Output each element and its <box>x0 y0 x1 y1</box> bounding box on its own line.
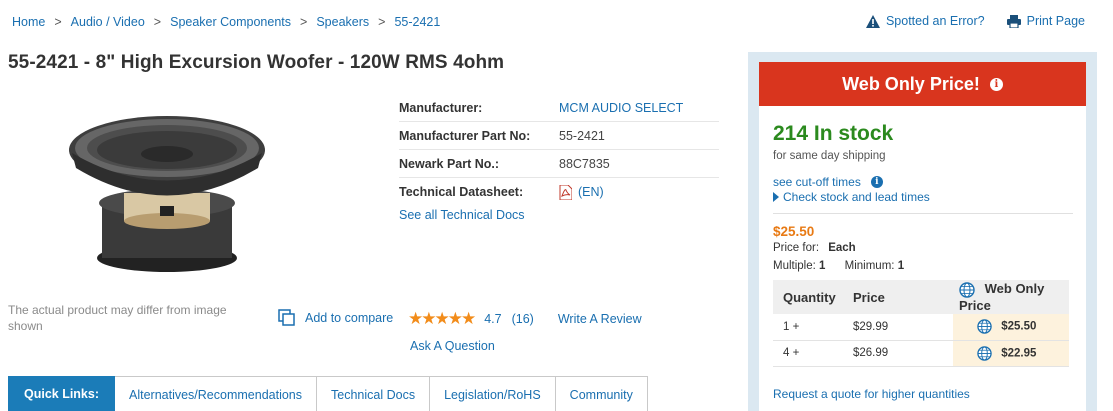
spec-label: Technical Datasheet: <box>399 185 524 199</box>
minimum-label: Minimum: <box>844 260 895 272</box>
divider <box>773 213 1073 214</box>
web-price-value: $25.50 <box>1001 320 1037 333</box>
multiple-value: 1 <box>819 260 826 272</box>
ask-question-link[interactable]: Ask A Question <box>410 339 495 353</box>
add-to-compare[interactable]: Add to compare <box>278 309 393 326</box>
review-count[interactable]: (16) <box>512 312 534 326</box>
shipping-note: for same day shipping <box>773 150 886 162</box>
globe-icon <box>959 282 975 298</box>
spec-value: 55-2421 <box>559 128 605 143</box>
cutoff-times: see cut-off times i <box>773 175 883 189</box>
row-price: $26.99 <box>853 340 953 367</box>
web-only-price-title: Web Only Price! <box>842 73 980 94</box>
spec-row-manufacturer: Manufacturer: MCM AUDIO SELECT <box>399 94 719 122</box>
spotted-error-link[interactable]: Spotted an Error? <box>865 14 985 28</box>
globe-icon <box>977 345 992 361</box>
spotted-error-label: Spotted an Error? <box>885 14 985 28</box>
print-page-link[interactable]: Print Page <box>1006 14 1085 28</box>
price-for: Price for: Each <box>773 242 856 254</box>
row-price: $29.99 <box>853 314 953 341</box>
breadcrumb-home[interactable]: Home <box>12 15 45 29</box>
breadcrumb-separator: > <box>378 15 386 29</box>
page-title: 55-2421 - 8" High Excursion Woofer - 120… <box>8 52 505 73</box>
spec-value: 88C7835 <box>559 156 610 171</box>
rating: ★★★★★ 4.7 (16) Write A Review <box>408 309 642 329</box>
pdf-icon <box>559 184 572 200</box>
spec-label: Manufacturer: <box>399 100 483 115</box>
datasheet-link[interactable]: (EN) <box>559 184 604 200</box>
buy-box-panel: Web Only Price! i 214 In stock for same … <box>748 52 1097 411</box>
unit-price: $25.50 <box>773 224 815 239</box>
product-specs: Manufacturer: MCM AUDIO SELECT Manufactu… <box>399 94 719 222</box>
star-rating-icon[interactable]: ★★★★★ <box>408 309 476 329</box>
spec-label: Manufacturer Part No: <box>399 128 531 143</box>
breadcrumb-separator: > <box>153 15 162 29</box>
tab-community[interactable]: Community <box>555 376 648 411</box>
check-stock-label: Check stock and lead times <box>783 190 930 204</box>
row-quantity: 4 + <box>773 340 853 367</box>
quick-links-bar: Quick Links: Alternatives/Recommendation… <box>8 376 648 411</box>
stock-status: 214 In stock <box>773 122 894 145</box>
tab-technical-docs[interactable]: Technical Docs <box>317 376 431 411</box>
globe-icon <box>977 319 992 334</box>
breadcrumb-separator: > <box>300 15 308 29</box>
quick-links-label: Quick Links: <box>8 376 115 411</box>
breadcrumb-speakers[interactable]: Speakers <box>316 15 369 29</box>
cutoff-times-link[interactable]: see cut-off times <box>773 175 861 189</box>
rating-value[interactable]: 4.7 <box>484 312 501 326</box>
info-icon[interactable]: i <box>989 77 1003 91</box>
spec-row-newark-part: Newark Part No.: 88C7835 <box>399 150 719 178</box>
breadcrumb-speaker-components[interactable]: Speaker Components <box>170 15 291 29</box>
warning-icon <box>865 14 880 28</box>
table-header-row: Quantity Price Web Only Price <box>773 280 1069 314</box>
request-quote-link[interactable]: Request a quote for higher quantities <box>773 387 970 401</box>
row-web-price: $25.50 <box>953 314 1069 341</box>
spec-row-datasheet: Technical Datasheet: (EN) <box>399 178 719 206</box>
info-icon[interactable]: i <box>870 176 883 188</box>
tab-alternatives[interactable]: Alternatives/Recommendations <box>115 376 317 411</box>
multiple-label: Multiple: <box>773 260 816 272</box>
price-break-table: Quantity Price Web Only Price 1 + $29.99… <box>773 280 1069 367</box>
write-review-link[interactable]: Write A Review <box>558 312 642 326</box>
compare-icon <box>278 309 295 326</box>
top-actions: Spotted an Error? Print Page <box>865 14 1085 28</box>
price-for-value: Each <box>828 242 856 254</box>
breadcrumb: Home > Audio / Video > Speaker Component… <box>12 15 440 29</box>
price-for-label: Price for: <box>773 242 820 254</box>
manufacturer-link[interactable]: MCM AUDIO SELECT <box>559 101 683 115</box>
tab-legislation[interactable]: Legislation/RoHS <box>430 376 556 411</box>
header-web-only-price: Web Only Price <box>953 280 1069 314</box>
caret-right-icon <box>773 192 779 202</box>
print-page-label: Print Page <box>1026 14 1085 28</box>
image-disclaimer: The actual product may differ from image… <box>8 303 227 333</box>
printer-icon <box>1006 14 1021 28</box>
web-only-price-banner: Web Only Price! i <box>759 62 1086 106</box>
spec-row-mfr-part: Manufacturer Part No: 55-2421 <box>399 122 719 150</box>
header-price: Price <box>853 280 953 314</box>
header-quantity: Quantity <box>773 280 853 314</box>
web-price-value: $22.95 <box>1001 347 1037 360</box>
minimum-value: 1 <box>897 260 905 272</box>
datasheet-lang: (EN) <box>578 185 604 199</box>
breadcrumb-separator: > <box>54 15 62 29</box>
order-multiples: Multiple: 1 Minimum: 1 <box>773 260 920 272</box>
row-quantity: 1 + <box>773 314 853 341</box>
table-row: 4 + $26.99 $22.95 <box>773 340 1069 367</box>
breadcrumb-audio-video[interactable]: Audio / Video <box>71 15 145 29</box>
spec-label: Newark Part No.: <box>399 156 500 171</box>
buy-box: Web Only Price! i 214 In stock for same … <box>759 62 1086 411</box>
add-to-compare-label: Add to compare <box>305 310 394 325</box>
breadcrumb-current[interactable]: 55-2421 <box>394 15 440 29</box>
table-row: 1 + $29.99 $25.50 <box>773 314 1069 341</box>
product-image[interactable] <box>62 108 272 278</box>
check-stock-link[interactable]: Check stock and lead times <box>773 190 930 204</box>
see-all-docs-link[interactable]: See all Technical Docs <box>399 208 719 222</box>
row-web-price: $22.95 <box>953 340 1069 367</box>
